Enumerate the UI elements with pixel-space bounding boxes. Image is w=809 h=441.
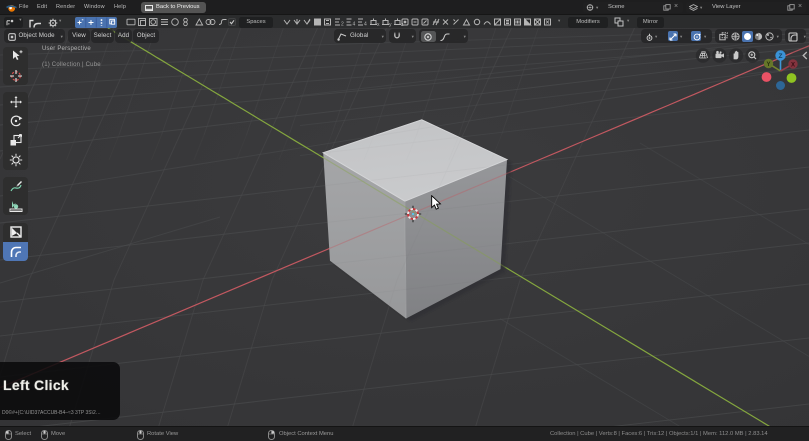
svg-text:4: 4 xyxy=(364,22,367,28)
svg-text:X: X xyxy=(791,62,795,68)
svg-text:x: x xyxy=(377,22,380,27)
svg-text:Y: Y xyxy=(766,62,770,68)
svg-text:Z: Z xyxy=(779,53,783,60)
svg-text:y: y xyxy=(389,22,392,27)
svg-text:2: 2 xyxy=(341,22,344,28)
svg-text:4: 4 xyxy=(353,22,356,28)
